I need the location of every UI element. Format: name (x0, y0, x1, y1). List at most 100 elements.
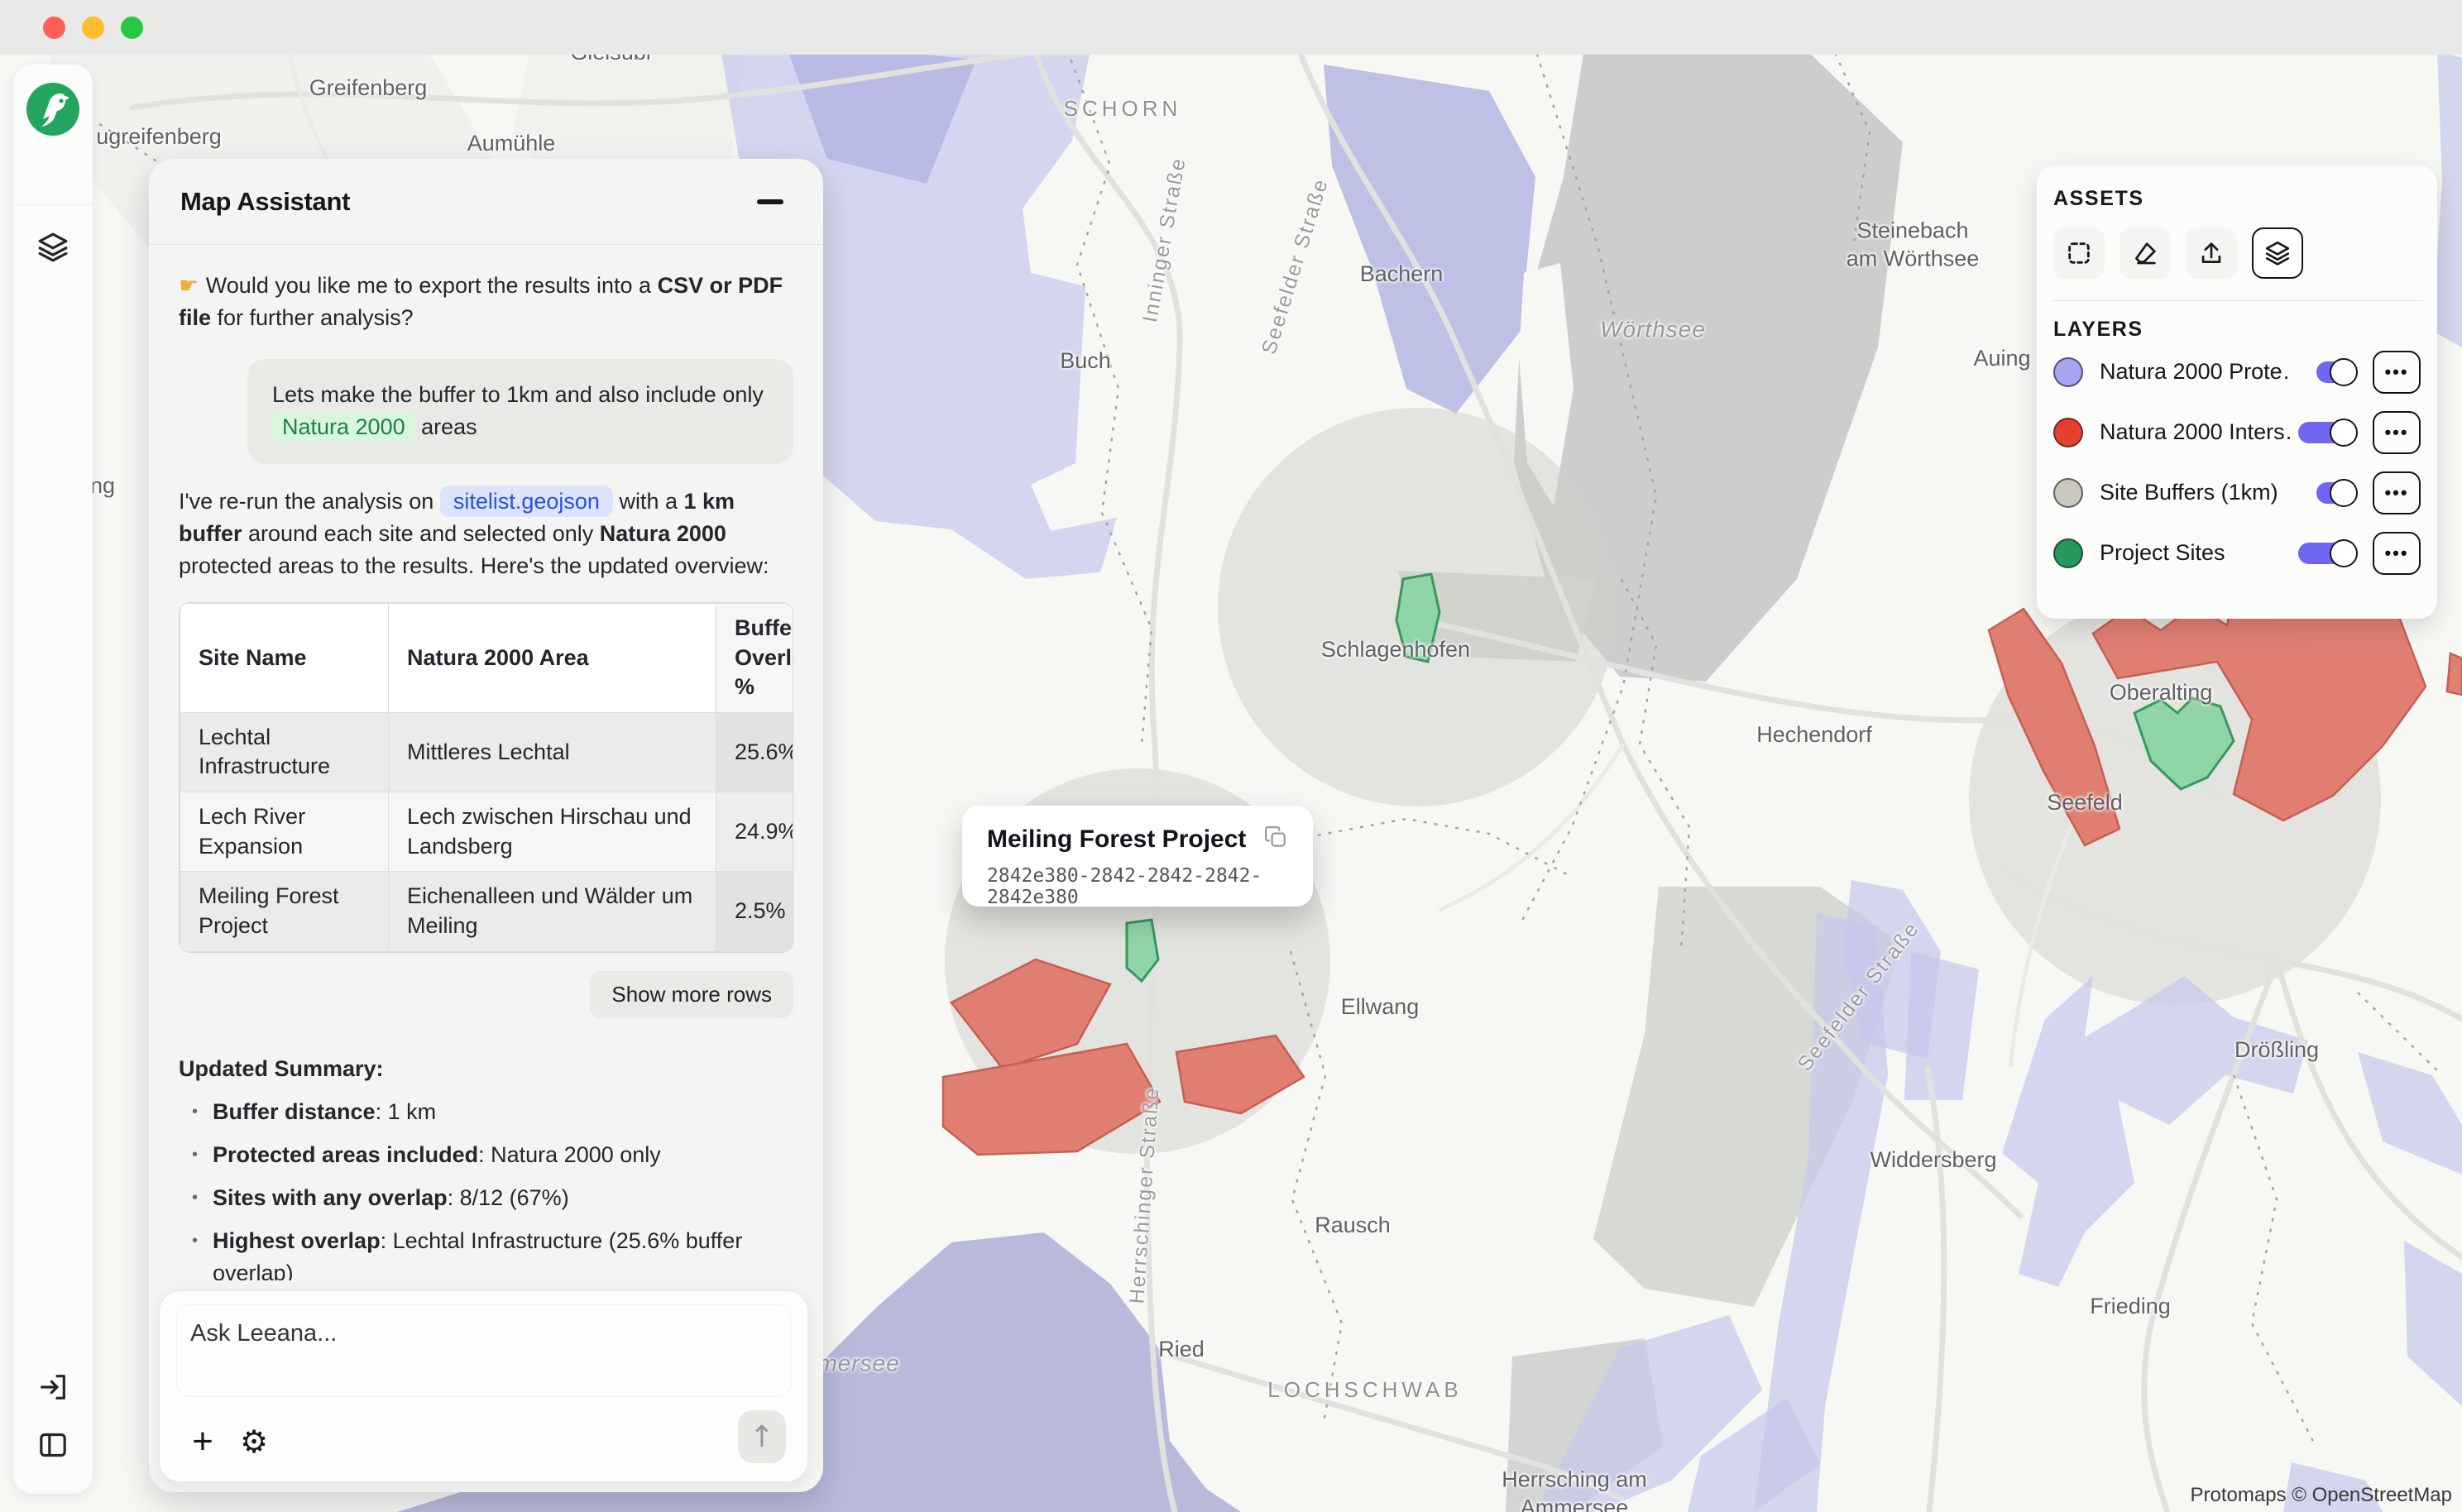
bullet-dot: • (192, 1096, 198, 1128)
assistant-message: ☛ Would you like me to export the result… (179, 270, 793, 334)
message-text: sitelist.geojson (440, 486, 613, 517)
message-text: around each site and selected only (242, 521, 600, 546)
layer-options-button[interactable]: ••• (2373, 351, 2421, 394)
layer-visibility-toggle[interactable] (2290, 361, 2353, 383)
table-cell: Mittleres Lechtal (389, 712, 716, 792)
layer-label: Natura 2000 Inters… (2100, 419, 2290, 445)
parrot-logo-icon (26, 83, 79, 136)
summary-bullet: • Protected areas included: Natura 2000 o… (192, 1139, 793, 1171)
summary-bullet: • Highest overlap: Lechtal Infrastructure… (192, 1225, 793, 1280)
user-message-bubble: Lets make the buffer to 1km and also inc… (247, 359, 793, 463)
layer-list: Natura 2000 Prote…•••Natura 2000 Inters…… (2053, 342, 2421, 583)
map-attribution: Protomaps © OpenStreetMap (2191, 1484, 2453, 1507)
chat-input[interactable]: Ask Leeana... (176, 1304, 791, 1397)
layer-options-button[interactable]: ••• (2373, 411, 2421, 454)
layer-row: Natura 2000 Prote… ••• (2053, 342, 2421, 402)
gear-icon[interactable]: ⚙ (232, 1420, 275, 1463)
layer-color-swatch (2053, 478, 2083, 508)
show-more-rows-button[interactable]: Show more rows (590, 971, 793, 1018)
layer-label: Natura 2000 Prote… (2100, 359, 2290, 385)
table-row: Meiling Forest ProjectEichenalleen und W… (180, 872, 794, 951)
bullet-text: Sites with any overlap: 8/12 (67%) (213, 1182, 569, 1214)
layer-label: Site Buffers (1km) (2100, 480, 2290, 505)
layers-heading: LAYERS (2053, 318, 2421, 342)
summary-title: Updated Summary: (179, 1053, 793, 1085)
select-area-tool-button[interactable] (2053, 227, 2105, 279)
panel-left-icon[interactable] (13, 1416, 93, 1474)
popup-title: Meiling Forest Project (987, 825, 1288, 854)
table-cell: Meiling Forest Project (180, 872, 389, 951)
layer-color-swatch (2053, 418, 2083, 447)
bullet-dot: • (192, 1225, 198, 1280)
bullet-dot: • (192, 1182, 198, 1214)
app-window: GreifenbergugreifenbergAumühleGleisüblSC… (0, 0, 2462, 1512)
message-text: Natura 2000 (600, 521, 726, 546)
layer-label: Project Sites (2100, 540, 2290, 566)
bullet-text: Buffer distance: 1 km (213, 1096, 436, 1128)
assets-heading: ASSETS (2053, 187, 2421, 211)
layer-options-button[interactable]: ••• (2373, 471, 2421, 514)
bullet-text: Highest overlap: Lechtal Infrastructure … (213, 1225, 793, 1280)
message-text: ☛ (179, 273, 206, 299)
assistant-message: I've re-run the analysis on sitelist.geo… (179, 486, 793, 582)
column-header: Natura 2000 Area (389, 603, 716, 712)
layer-row: Natura 2000 Inters… ••• (2053, 402, 2421, 462)
message-text: with a (613, 489, 684, 514)
minimize-window-button[interactable] (82, 17, 104, 39)
app-logo[interactable] (13, 65, 93, 205)
message-text: for further analysis? (211, 305, 414, 330)
message-text: Natura 2000 (272, 412, 415, 442)
message-text: areas (415, 414, 477, 439)
column-header: Buffer Overlap % (716, 603, 794, 712)
layer-options-button[interactable]: ••• (2373, 532, 2421, 575)
table-cell: Lech River Expansion (180, 792, 389, 872)
feature-id: 2842e380-2842-2842-2842-2842e380 (987, 865, 1288, 908)
map-assistant-panel: Map Assistant ☛ Would you like me to exp… (149, 159, 823, 1492)
chat-transcript: ☛ Would you like me to export the result… (149, 245, 823, 1280)
chat-header: Map Assistant (149, 159, 823, 245)
window-titlebar (0, 0, 2462, 55)
app-sidebar (13, 65, 93, 1494)
bullet-dot: • (192, 1139, 198, 1171)
layer-color-swatch (2053, 357, 2083, 387)
close-window-button[interactable] (43, 17, 65, 39)
bullet-text: Protected areas included: Natura 2000 on… (213, 1139, 661, 1171)
layers-icon[interactable] (13, 218, 93, 276)
layer-color-swatch (2053, 538, 2083, 568)
zoom-window-button[interactable] (121, 17, 143, 39)
add-attachment-button[interactable]: + (181, 1420, 224, 1463)
summary-bullet: • Sites with any overlap: 8/12 (67%) (192, 1182, 793, 1214)
message-text: protected areas to the results. Here's t… (179, 553, 769, 578)
table-cell: Eichenalleen und Wälder um Meiling (389, 872, 716, 951)
results-table-wrap: Site NameNatura 2000 AreaBuffer Overlap … (179, 602, 793, 953)
minimize-panel-button[interactable] (749, 191, 792, 213)
table-cell: Lech zwischen Hirschau und Landsberg (389, 792, 716, 872)
assets-layers-panel: ASSETS LA (2037, 165, 2437, 619)
message-text: I've re-run the analysis on (179, 489, 440, 514)
panel-title: Map Assistant (180, 187, 350, 217)
minus-icon (757, 199, 783, 204)
panel-divider (2052, 300, 2422, 301)
layers-tool-button[interactable] (2252, 227, 2303, 279)
message-text: Would you like me to export the results … (206, 273, 658, 298)
message-text: Lets make the buffer to 1km and also inc… (272, 382, 764, 407)
feature-popup: Meiling Forest Project 2842e380-2842-284… (962, 806, 1313, 907)
layer-visibility-toggle[interactable] (2290, 543, 2353, 564)
results-table: Site NameNatura 2000 AreaBuffer Overlap … (180, 603, 793, 952)
table-row: Lech River ExpansionLech zwischen Hirsch… (180, 792, 794, 872)
chat-input-card: Ask Leeana... + ⚙ ↑ (159, 1290, 808, 1482)
eraser-tool-button[interactable] (2120, 227, 2171, 279)
layer-row: Project Sites ••• (2053, 523, 2421, 583)
layer-visibility-toggle[interactable] (2290, 422, 2353, 443)
table-cell: 24.9% (716, 792, 794, 872)
layer-row: Site Buffers (1km) ••• (2053, 462, 2421, 523)
column-header: Site Name (180, 603, 389, 712)
layer-visibility-toggle[interactable] (2290, 482, 2353, 504)
send-message-button[interactable]: ↑ (738, 1410, 786, 1463)
upload-tool-button[interactable] (2186, 227, 2237, 279)
summary-bullet: • Buffer distance: 1 km (192, 1096, 793, 1128)
summary-bullet-list: • Buffer distance: 1 km • Protected areas i… (179, 1096, 793, 1280)
copy-icon[interactable] (1258, 824, 1293, 853)
log-in-icon[interactable] (13, 1358, 93, 1416)
chat-input-placeholder: Ask Leeana... (190, 1320, 337, 1347)
